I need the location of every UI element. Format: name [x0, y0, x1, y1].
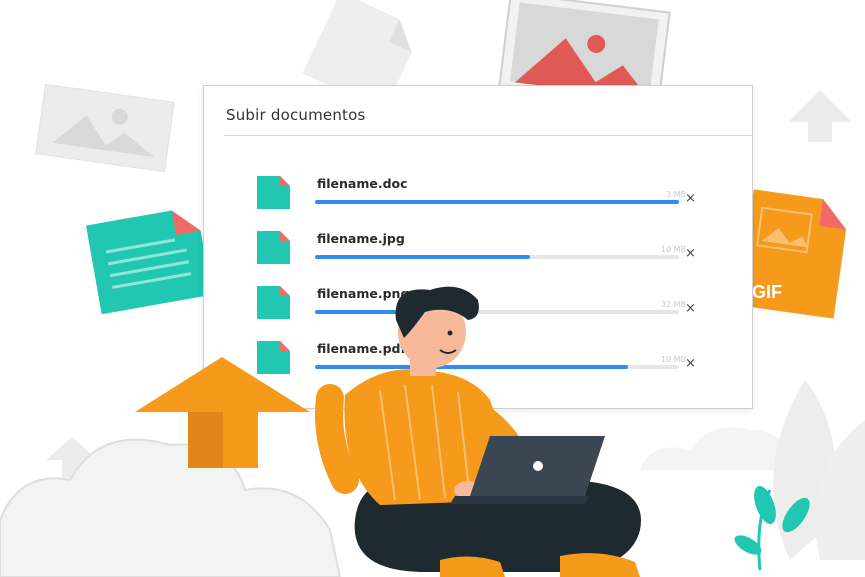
person-illustration [315, 286, 641, 577]
orange-upload-arrow-icon [135, 357, 310, 468]
foreground-illustration [135, 286, 641, 577]
